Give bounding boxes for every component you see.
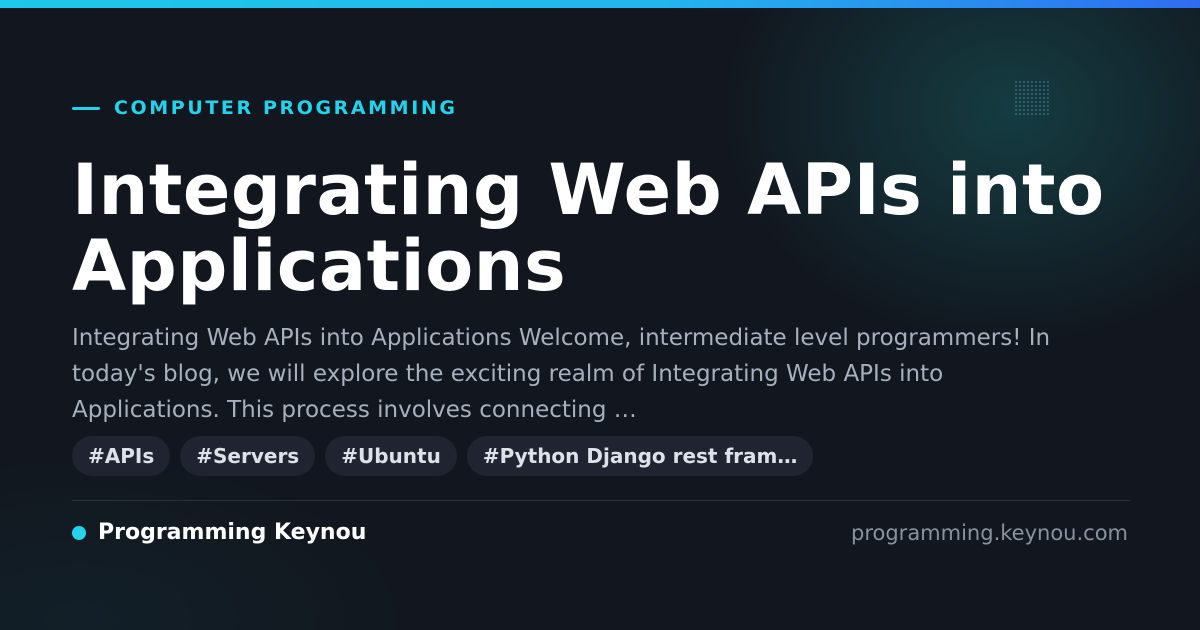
category-label: COMPUTER PROGRAMMING <box>114 97 458 119</box>
tag-python-django[interactable]: #Python Django rest fram… <box>466 436 814 476</box>
tag-ubuntu[interactable]: #Ubuntu <box>325 436 457 476</box>
tag-apis[interactable]: #APIs <box>72 436 171 476</box>
divider <box>72 500 1130 501</box>
post-summary: Integrating Web APIs into Applications W… <box>72 325 1051 423</box>
page-title: Integrating Web APIs into Applications <box>72 149 1105 307</box>
site-domain: programming.keynou.com <box>851 521 1128 545</box>
accent-top-bar <box>0 0 1200 8</box>
dash-icon <box>72 106 100 110</box>
dot-icon <box>72 526 86 540</box>
brand-name: Programming Keynou <box>98 520 367 545</box>
tag-servers[interactable]: #Servers <box>180 436 316 476</box>
category-eyebrow: COMPUTER PROGRAMMING <box>72 96 458 120</box>
dot-pattern-decoration <box>1014 80 1050 116</box>
brand: Programming Keynou <box>72 519 366 547</box>
og-card: COMPUTER PROGRAMMING Integrating Web API… <box>0 0 1200 630</box>
tag-list: #APIs #Servers #Ubuntu #Python Django re… <box>72 436 814 476</box>
